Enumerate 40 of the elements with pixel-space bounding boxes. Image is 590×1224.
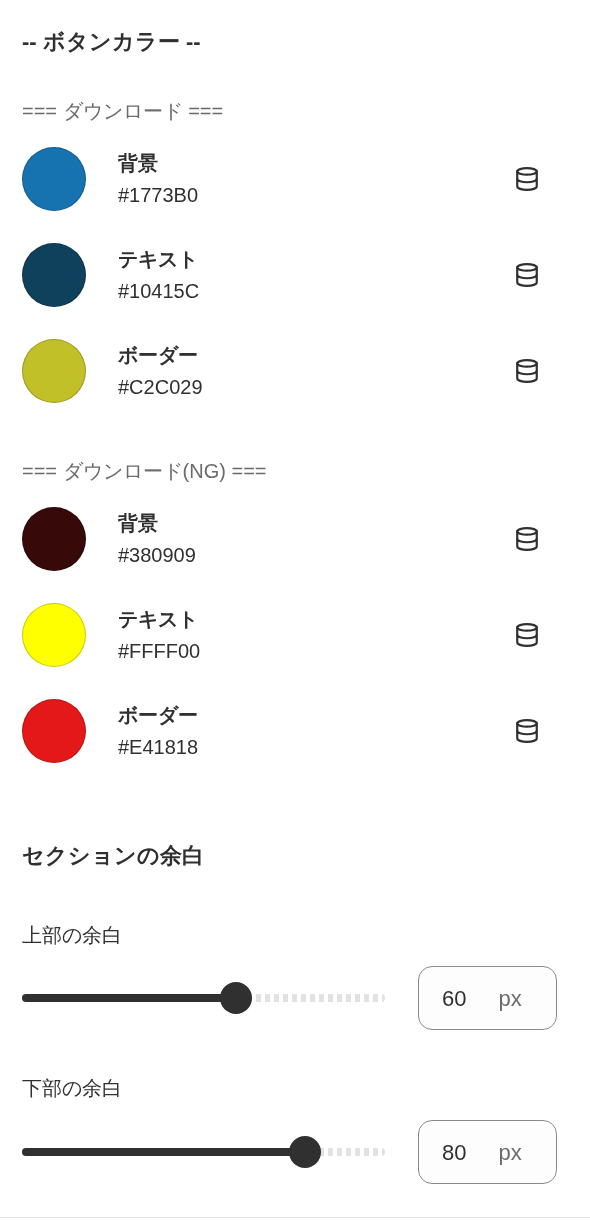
group-label: === ダウンロード ===: [22, 99, 224, 124]
database-icon[interactable]: [514, 166, 540, 192]
color-swatch[interactable]: [22, 339, 86, 403]
color-value: #10415C: [118, 279, 200, 304]
database-icon[interactable]: [514, 718, 540, 744]
slider-label: 上部の余白: [22, 923, 122, 948]
color-value: #C2C029: [118, 375, 203, 400]
color-swatch[interactable]: [22, 603, 86, 667]
color-value: #FFFF00: [118, 639, 201, 664]
unit-label: px: [498, 984, 522, 1013]
slider[interactable]: [22, 1136, 385, 1168]
color-label: ボーダー: [118, 343, 199, 368]
field-value: 80: [442, 1138, 467, 1167]
color-label: 背景: [118, 511, 159, 536]
field-value: 60: [442, 984, 467, 1013]
color-swatch[interactable]: [22, 507, 86, 571]
group-label: === ダウンロード(NG) ===: [22, 459, 267, 484]
database-icon[interactable]: [514, 622, 540, 648]
number-field[interactable]: 80 px: [418, 1120, 557, 1184]
color-value: #380909: [118, 543, 196, 568]
slider-thumb[interactable]: [289, 1136, 322, 1168]
color-swatch[interactable]: [22, 243, 86, 307]
slider-label: 下部の余白: [22, 1076, 122, 1101]
slider-thumb[interactable]: [220, 982, 253, 1014]
color-swatch[interactable]: [22, 699, 86, 763]
section-heading: セクションの余白: [22, 842, 204, 870]
database-icon[interactable]: [514, 526, 540, 552]
color-label: テキスト: [118, 247, 199, 272]
section-title: -- ボタンカラー --: [22, 28, 201, 56]
color-label: ボーダー: [118, 703, 199, 728]
color-swatch[interactable]: [22, 147, 86, 211]
number-field[interactable]: 60 px: [418, 966, 557, 1030]
color-label: テキスト: [118, 607, 199, 632]
slider[interactable]: [22, 982, 385, 1014]
unit-label: px: [498, 1138, 522, 1167]
database-icon[interactable]: [514, 358, 540, 384]
database-icon[interactable]: [514, 262, 540, 288]
color-label: 背景: [118, 151, 159, 176]
color-value: #1773B0: [118, 183, 199, 208]
color-value: #E41818: [118, 735, 199, 760]
